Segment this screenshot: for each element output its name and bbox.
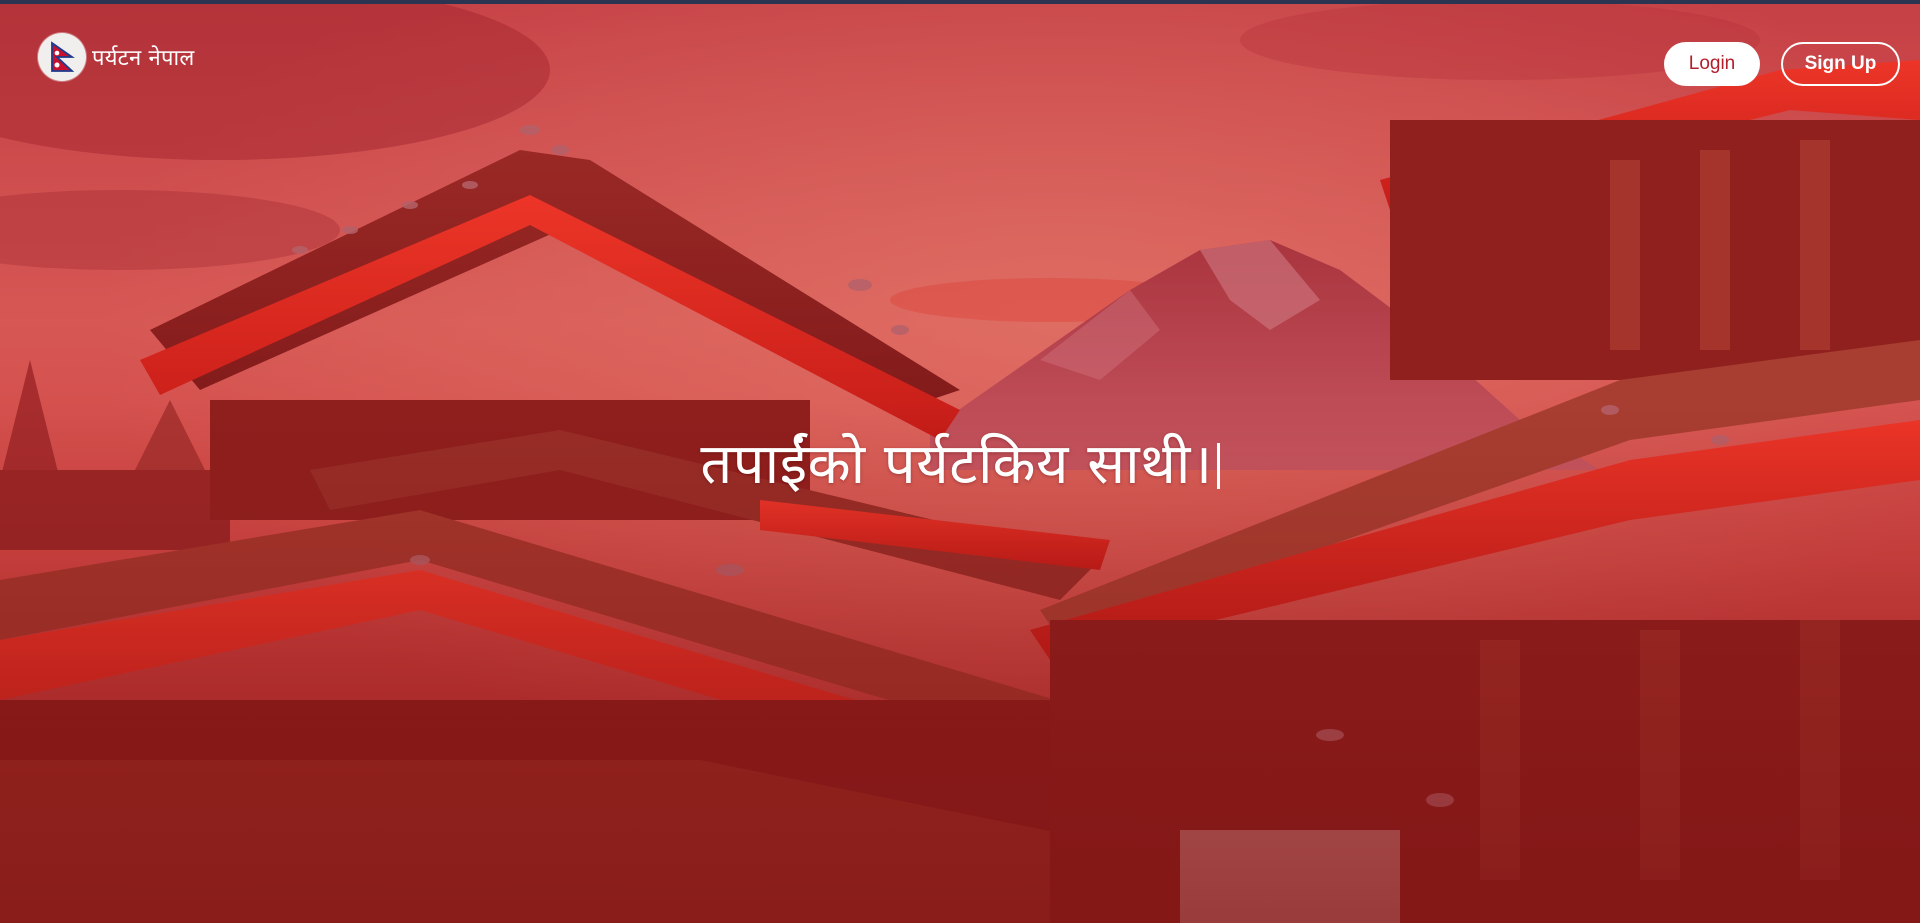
hero-heading-text: तपाईंको पर्यटकिय साथी।: [700, 432, 1213, 497]
hero-heading: तपाईंको पर्यटकिय साथी।: [0, 425, 1920, 505]
top-navbar: पर्यटन नेपाल Login Sign Up: [0, 4, 1920, 124]
login-button[interactable]: Login: [1664, 42, 1760, 86]
nepal-flag-icon: [38, 33, 86, 81]
typing-caret: [1216, 443, 1220, 489]
brand-home-link[interactable]: पर्यटन नेपाल: [38, 33, 194, 81]
brand-name: पर्यटन नेपाल: [92, 46, 195, 71]
signup-button[interactable]: Sign Up: [1781, 42, 1900, 86]
auth-actions: Login Sign Up: [1664, 42, 1900, 86]
landing-page: पर्यटन नेपाल Login Sign Up तपाईंको पर्यट…: [0, 0, 1920, 923]
